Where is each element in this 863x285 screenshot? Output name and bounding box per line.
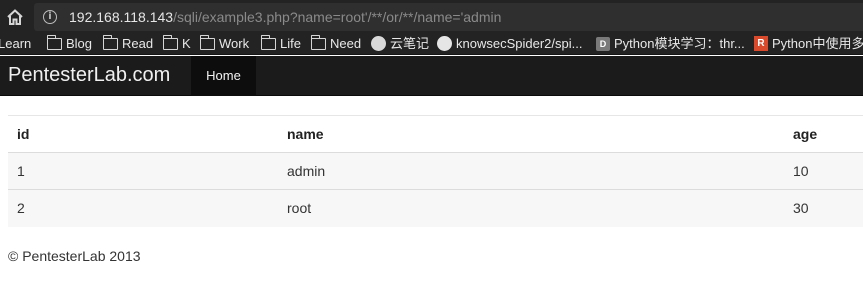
folder-icon: [162, 34, 178, 50]
bookmark-blog[interactable]: Blog: [46, 34, 93, 53]
github-icon: [437, 36, 452, 52]
bookmarks-bar: Learn Blog Read K Work Life Need 云笔记 kno…: [0, 33, 863, 55]
circle-icon: [371, 36, 386, 52]
url-text: 192.168.118.143/sqli/example3.php?name=r…: [69, 9, 501, 25]
url-input[interactable]: i 192.168.118.143/sqli/example3.php?name…: [34, 3, 863, 31]
folder-icon: [260, 34, 276, 50]
url-path: /sqli/example3.php?name=root'/**/or/**/n…: [173, 9, 502, 25]
cell-name: root: [287, 200, 312, 216]
bookmark-label: Python模块学习：thr...: [614, 36, 745, 51]
column-header-name: name: [287, 126, 324, 142]
brand-link[interactable]: PentesterLab.com: [8, 64, 170, 87]
bookmark-yunbiji[interactable]: 云笔记: [371, 35, 429, 53]
bookmark-knowsec-spider[interactable]: knowsecSpider2/spi...: [437, 35, 582, 53]
bookmark-label: Python中使用多: [772, 36, 863, 51]
navbar: PentesterLab.com Home: [0, 56, 863, 96]
bookmark-k[interactable]: K: [162, 34, 191, 53]
bookmark-python-thread[interactable]: D Python模块学习：thr...: [596, 35, 745, 53]
bookmark-label: Read: [122, 36, 154, 51]
cell-id: 1: [17, 163, 25, 179]
folder-icon: [310, 34, 326, 50]
column-header-id: id: [17, 126, 30, 142]
table-row: 2 root 30: [8, 190, 863, 227]
table-row: 1 admin 10: [8, 153, 863, 190]
bookmark-label: Life: [280, 36, 301, 51]
cell-name: admin: [287, 163, 326, 179]
bookmark-need[interactable]: Need: [310, 34, 362, 53]
table-header-row: id name age: [8, 116, 863, 153]
folder-icon: [199, 34, 215, 50]
info-icon[interactable]: i: [43, 10, 57, 24]
cell-age: 10: [793, 163, 809, 179]
bookmark-label: Work: [219, 36, 250, 51]
results-table: id name age 1 admin 10 2 root 30: [8, 115, 863, 227]
bookmark-python-multi[interactable]: R Python中使用多: [754, 35, 863, 53]
bookmark-work[interactable]: Work: [199, 34, 250, 53]
bookmark-label: knowsecSpider2/spi...: [456, 36, 583, 51]
bookmark-label: K: [182, 36, 191, 51]
bookmark-learn[interactable]: Learn: [0, 35, 31, 53]
folder-icon: [46, 34, 62, 50]
browser-address-bar: i 192.168.118.143/sqli/example3.php?name…: [0, 0, 863, 33]
site-icon: R: [754, 36, 768, 52]
bookmark-life[interactable]: Life: [260, 34, 301, 53]
bookmark-read[interactable]: Read: [102, 34, 154, 53]
bookmark-label: 云笔记: [390, 36, 430, 51]
home-icon[interactable]: [6, 8, 24, 26]
folder-icon: [102, 34, 118, 50]
cell-id: 2: [17, 200, 25, 216]
column-header-age: age: [793, 126, 818, 142]
bookmark-label: Learn: [0, 36, 32, 51]
bookmark-label: Blog: [66, 36, 93, 51]
footer-copyright: © PentesterLab 2013: [8, 248, 141, 264]
doc-icon: D: [596, 36, 610, 51]
url-host: 192.168.118.143: [69, 9, 174, 25]
bookmark-label: Need: [330, 36, 362, 51]
cell-age: 30: [793, 200, 809, 216]
nav-home-link[interactable]: Home: [191, 56, 256, 96]
